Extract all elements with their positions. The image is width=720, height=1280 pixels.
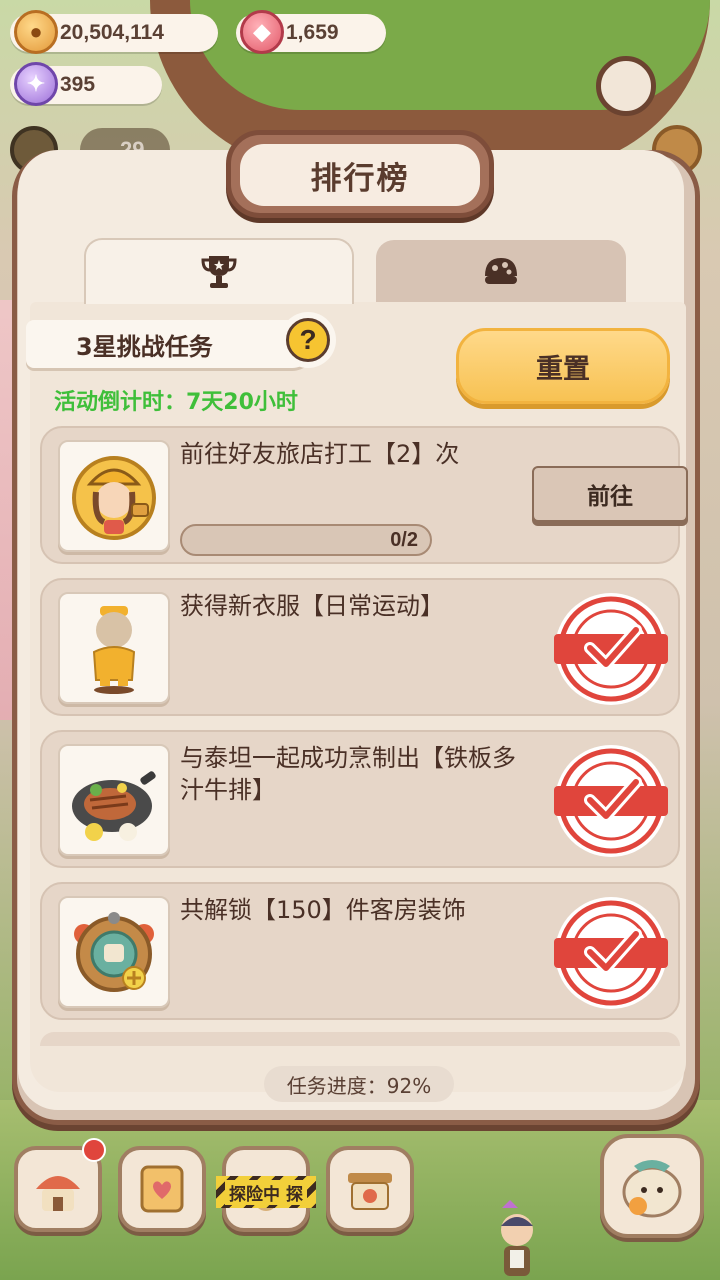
challenge-title: 3星挑战任务 (26, 320, 316, 368)
task-card: 与泰坦一起成功烹制出【铁板多汁牛排】 (40, 730, 680, 868)
background-window (596, 56, 656, 116)
decoration-icon (58, 896, 170, 1008)
question-icon: ? (286, 318, 330, 362)
crystal-icon: ✦ (14, 62, 58, 106)
task-card: 共解锁【150】件客房装饰 (40, 882, 680, 1020)
exploring-label: 探险中 探 (225, 1179, 307, 1205)
completed-stamp-icon (554, 745, 668, 857)
panel-title: 排行榜 (240, 144, 480, 206)
notification-dot (82, 1138, 106, 1162)
go-button[interactable]: 前往 (532, 466, 688, 522)
coin-amount: 20,504,114 (60, 21, 164, 44)
task-progress-text: 0/2 (390, 528, 418, 551)
steak-icon (58, 744, 170, 856)
task-progress-bar: 0/2 (180, 524, 432, 556)
character-button[interactable] (600, 1134, 704, 1238)
tab-mushroom[interactable] (376, 240, 626, 304)
exploring-tape: 探险中 探 (216, 1176, 316, 1208)
task-description: 获得新衣服【日常运动】 (180, 592, 444, 620)
task-description: 前往好友旅店打工【2】次 (180, 440, 460, 468)
completed-stamp-icon (554, 593, 668, 705)
crystal-counter[interactable]: ✦ 395 (10, 62, 162, 106)
event-countdown: 活动倒计时：7天20小时 (54, 390, 298, 415)
help-button[interactable]: ? (280, 312, 336, 368)
player-character[interactable] (490, 1200, 544, 1280)
task-card: 获得新衣服【日常运动】 (40, 578, 680, 716)
tab-trophy[interactable] (84, 238, 354, 304)
overall-progress: 任务进度：92% (264, 1066, 454, 1102)
notebook-icon (140, 1165, 184, 1213)
shop-button[interactable] (326, 1146, 414, 1232)
fish-character-icon (622, 1160, 682, 1218)
tasks-button[interactable] (118, 1146, 206, 1232)
coin-counter[interactable]: ● 20,504,114 (10, 10, 218, 54)
gem-amount: 1,659 (286, 21, 339, 44)
worker-icon (58, 440, 170, 552)
house-icon (36, 1176, 80, 1211)
trophy-icon (201, 256, 237, 288)
reset-button[interactable]: 重置 (456, 328, 670, 404)
outfit-icon (58, 592, 170, 704)
shop-icon (348, 1173, 392, 1210)
mushroom-icon (485, 258, 517, 284)
task-description: 共解锁【150】件客房装饰 (180, 896, 466, 924)
crystal-amount: 395 (60, 73, 96, 96)
gem-counter[interactable]: ◆ 1,659 (236, 10, 386, 54)
completed-stamp-icon (554, 897, 668, 1009)
task-description: 与泰坦一起成功烹制出【铁板多汁牛排】 (180, 744, 516, 804)
gem-icon: ◆ (240, 10, 284, 54)
coin-icon: ● (14, 10, 58, 54)
task-card: 前往好友旅店打工【2】次 0/2 前往 (40, 426, 688, 564)
task-card-partial (40, 1032, 680, 1046)
